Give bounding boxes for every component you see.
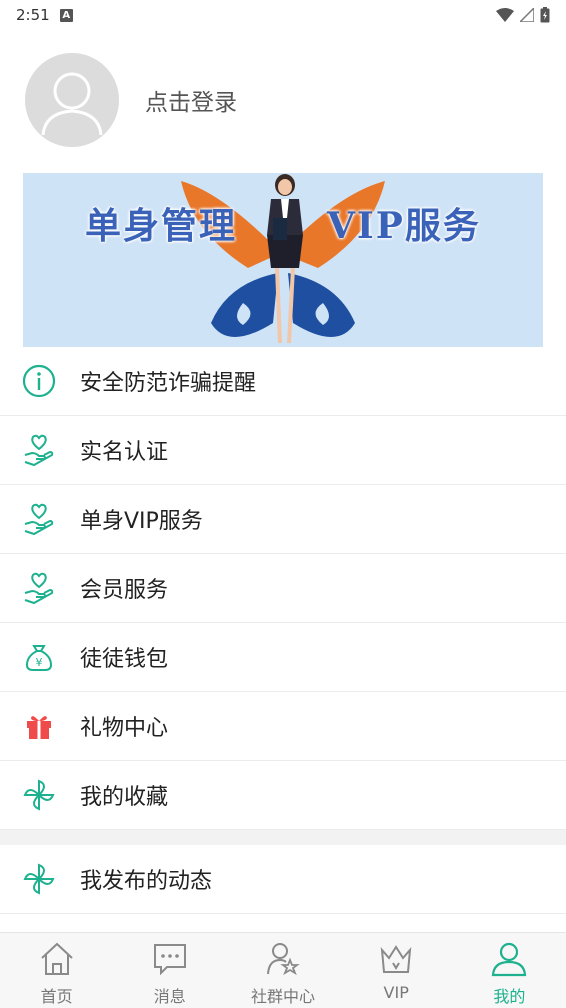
crown-icon xyxy=(376,939,416,979)
home-icon xyxy=(37,939,77,979)
battery-icon xyxy=(540,7,550,23)
tab-community[interactable]: 社群中心 xyxy=(226,933,339,1008)
banner-title-left: 单身管理 xyxy=(85,205,238,247)
bottom-tab-bar: 首页 消息 社群中心 VIP 我的 xyxy=(0,932,566,1008)
status-time: 2:51 xyxy=(16,6,50,24)
default-avatar-icon xyxy=(25,53,119,147)
profile-header[interactable]: 点击登录 xyxy=(0,52,566,148)
tab-mine[interactable]: 我的 xyxy=(453,933,566,1008)
user-icon xyxy=(489,939,529,979)
notification-badge: A xyxy=(59,8,73,22)
message-icon xyxy=(150,939,190,979)
pinwheel-icon xyxy=(22,862,56,896)
money-bag-icon: ¥ xyxy=(22,640,56,674)
gift-icon xyxy=(22,709,56,743)
menu-item-label: 实名认证 xyxy=(80,440,169,465)
cell-signal-icon xyxy=(520,8,534,22)
menu-item-anti-fraud[interactable]: 安全防范诈骗提醒 xyxy=(0,347,566,416)
menu-item-gift-center[interactable]: 礼物中心 xyxy=(0,692,566,761)
community-icon xyxy=(263,939,303,979)
status-bar: 2:51 A xyxy=(0,0,566,30)
menu-item-label: 会员服务 xyxy=(80,578,169,603)
tab-label: 社群中心 xyxy=(251,987,316,1006)
info-icon xyxy=(22,364,56,398)
profile-menu: 安全防范诈骗提醒 实名认证 单身VIP服务 会员服务 ¥ 徒徒钱包 礼物中心 我… xyxy=(0,347,566,914)
avatar[interactable] xyxy=(25,53,119,147)
pinwheel-icon xyxy=(22,778,56,812)
tab-vip[interactable]: VIP xyxy=(340,933,453,1008)
tab-label: 首页 xyxy=(40,987,73,1006)
heart-hand-icon xyxy=(22,433,56,467)
menu-item-member-service[interactable]: 会员服务 xyxy=(0,554,566,623)
menu-item-favorites[interactable]: 我的收藏 xyxy=(0,761,566,830)
menu-item-label: 单身VIP服务 xyxy=(80,509,203,534)
login-link[interactable]: 点击登录 xyxy=(145,83,237,117)
heart-hand-icon xyxy=(22,571,56,605)
status-icons xyxy=(496,7,550,23)
tab-home[interactable]: 首页 xyxy=(0,933,113,1008)
menu-item-label: 安全防范诈骗提醒 xyxy=(80,371,257,396)
menu-item-label: 徒徒钱包 xyxy=(80,647,169,672)
heart-hand-icon xyxy=(22,502,56,536)
menu-item-label: 我的收藏 xyxy=(80,785,169,810)
menu-item-wallet[interactable]: ¥ 徒徒钱包 xyxy=(0,623,566,692)
menu-item-single-vip[interactable]: 单身VIP服务 xyxy=(0,485,566,554)
menu-item-label: 礼物中心 xyxy=(80,716,169,741)
section-divider xyxy=(0,830,566,845)
banner-title-right: VIP服务 xyxy=(327,205,481,247)
menu-item-label: 我发布的动态 xyxy=(80,869,213,894)
menu-item-my-posts[interactable]: 我发布的动态 xyxy=(0,845,566,914)
tab-messages[interactable]: 消息 xyxy=(113,933,226,1008)
tab-label: 我的 xyxy=(493,987,526,1006)
menu-item-real-name[interactable]: 实名认证 xyxy=(0,416,566,485)
tab-label: VIP xyxy=(383,983,409,1002)
tab-label: 消息 xyxy=(153,987,186,1006)
svg-text:¥: ¥ xyxy=(36,656,43,669)
vip-banner[interactable]: 单身管理 VIP服务 xyxy=(23,173,543,347)
wifi-icon xyxy=(496,8,514,22)
